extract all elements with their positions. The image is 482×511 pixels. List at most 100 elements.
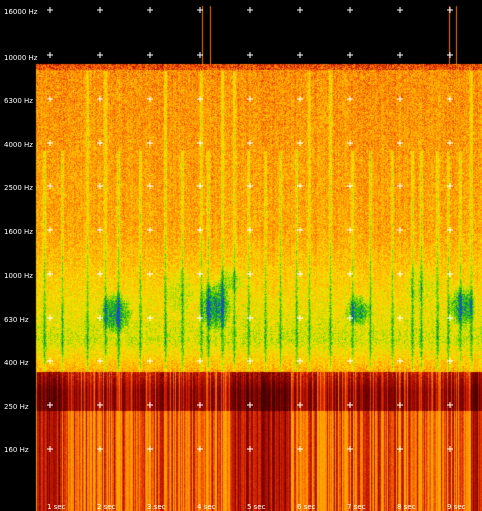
grid-crosshair (47, 315, 53, 321)
grid-crosshair (347, 271, 353, 277)
grid-crosshair (447, 358, 453, 364)
grid-crosshair (147, 358, 153, 364)
grid-crosshair (97, 402, 103, 408)
grid-crosshair (97, 140, 103, 146)
grid-crosshair (297, 96, 303, 102)
grid-crosshair (97, 7, 103, 13)
y-tick-1600: 1600 Hz (4, 228, 33, 236)
grid-crosshair (147, 52, 153, 58)
grid-crosshair (47, 358, 53, 364)
grid-crosshair (347, 227, 353, 233)
x-tick-3: 3 sec (147, 503, 166, 511)
grid-crosshair (97, 315, 103, 321)
grid-crosshair (397, 446, 403, 452)
grid-crosshair (47, 402, 53, 408)
grid-crosshair (347, 140, 353, 146)
grid-crosshair (347, 358, 353, 364)
y-tick-250: 250 Hz (4, 403, 29, 411)
y-tick-2500: 2500 Hz (4, 184, 33, 192)
x-tick-8: 8 sec (397, 503, 416, 511)
y-tick-4000: 4000 Hz (4, 141, 33, 149)
grid-crosshair (397, 271, 403, 277)
grid-crosshair (447, 183, 453, 189)
grid-crosshair (247, 7, 253, 13)
grid-crosshair (147, 271, 153, 277)
grid-crosshair (397, 96, 403, 102)
y-tick-10000: 10000 Hz (4, 54, 38, 62)
x-tick-4: 4 sec (197, 503, 216, 511)
x-tick-5: 5 sec (247, 503, 266, 511)
grid-crosshair (197, 96, 203, 102)
grid-crosshair (147, 446, 153, 452)
x-tick-7: 7 sec (347, 503, 366, 511)
grid-crosshair (447, 96, 453, 102)
x-tick-2: 2 sec (97, 503, 116, 511)
grid-crosshair (297, 183, 303, 189)
grid-crosshair (247, 183, 253, 189)
y-axis-labels: 16000 Hz 10000 Hz 6300 Hz 4000 Hz 2500 H… (4, 8, 38, 454)
grid-crosshair (97, 183, 103, 189)
grid-crosshair (47, 52, 53, 58)
grid-crosshair (197, 227, 203, 233)
grid-crosshair (247, 315, 253, 321)
x-tick-6: 6 sec (297, 503, 316, 511)
grid-crosshair (397, 140, 403, 146)
grid-crosshair (297, 227, 303, 233)
grid-crosshair (447, 446, 453, 452)
grid-crosshair (447, 315, 453, 321)
grid-crosshair (147, 7, 153, 13)
grid-crosshairs (47, 7, 453, 452)
grid-crosshair (147, 227, 153, 233)
grid-crosshair (347, 96, 353, 102)
grid-crosshair (97, 271, 103, 277)
grid-crosshair (347, 7, 353, 13)
grid-crosshair (447, 271, 453, 277)
grid-crosshair (47, 140, 53, 146)
grid-crosshair (347, 52, 353, 58)
y-tick-630: 630 Hz (4, 316, 29, 324)
grid-crosshair (297, 271, 303, 277)
grid-crosshair (297, 315, 303, 321)
grid-crosshair (97, 52, 103, 58)
grid-crosshair (197, 140, 203, 146)
grid-crosshair (147, 183, 153, 189)
spectrogram-overlay: 16000 Hz 10000 Hz 6300 Hz 4000 Hz 2500 H… (4, 7, 466, 511)
grid-crosshair (247, 52, 253, 58)
y-tick-6300: 6300 Hz (4, 97, 33, 105)
grid-crosshair (397, 402, 403, 408)
grid-crosshair (397, 52, 403, 58)
grid-crosshair (347, 183, 353, 189)
grid-crosshair (47, 271, 53, 277)
grid-crosshair (147, 402, 153, 408)
grid-crosshair (247, 446, 253, 452)
grid-crosshair (147, 315, 153, 321)
y-tick-400: 400 Hz (4, 359, 29, 367)
y-tick-1000: 1000 Hz (4, 272, 33, 280)
grid-crosshair (447, 402, 453, 408)
grid-crosshair (247, 227, 253, 233)
grid-crosshair (347, 402, 353, 408)
grid-crosshair (447, 52, 453, 58)
y-tick-160: 160 Hz (4, 446, 29, 454)
grid-crosshair (297, 52, 303, 58)
grid-crosshair (97, 96, 103, 102)
grid-crosshair (447, 7, 453, 13)
grid-crosshair (47, 183, 53, 189)
grid-crosshair (97, 358, 103, 364)
grid-crosshair (197, 446, 203, 452)
grid-crosshair (247, 140, 253, 146)
grid-crosshair (147, 96, 153, 102)
grid-crosshair (197, 183, 203, 189)
x-axis-labels: 1 sec 2 sec 3 sec 4 sec 5 sec 6 sec 7 se… (47, 503, 466, 511)
x-tick-9: 9 sec (447, 503, 466, 511)
grid-crosshair (347, 446, 353, 452)
grid-crosshair (247, 96, 253, 102)
grid-crosshair (47, 446, 53, 452)
grid-crosshair (297, 358, 303, 364)
grid-crosshair (197, 52, 203, 58)
grid-crosshair (347, 315, 353, 321)
grid-crosshair (397, 7, 403, 13)
x-tick-1: 1 sec (47, 503, 66, 511)
grid-crosshair (97, 227, 103, 233)
grid-crosshair (197, 7, 203, 13)
